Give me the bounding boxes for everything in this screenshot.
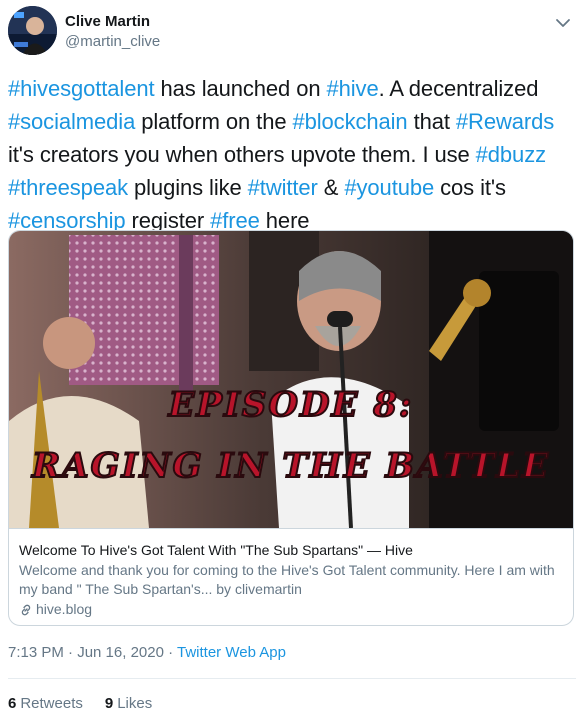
- chevron-down-icon[interactable]: [554, 14, 572, 32]
- likes-stat[interactable]: 9 Likes: [105, 695, 152, 712]
- hashtag-link[interactable]: #youtube: [344, 175, 434, 200]
- card-domain-text: hive.blog: [36, 601, 93, 617]
- tweet-text: #hivesgottalent has launched on #hive. A…: [8, 72, 576, 237]
- tweet-text-segment: . A decentralized: [378, 76, 539, 101]
- link-icon: [21, 604, 31, 615]
- tweet-text-segment: plugins like: [128, 175, 248, 200]
- card-image-caption-line1: EPISODE 8:: [167, 385, 413, 425]
- likes-count: 9: [104, 695, 114, 712]
- link-card[interactable]: EPISODE 8: RAGING IN THE BATTLE Welcome …: [8, 230, 574, 626]
- hashtag-link[interactable]: #dbuzz: [476, 142, 546, 167]
- hashtag-link[interactable]: #twitter: [248, 175, 318, 200]
- hashtag-link[interactable]: #socialmedia: [8, 109, 135, 134]
- card-image-caption-line2: RAGING IN THE BATTLE: [31, 446, 550, 486]
- hashtag-link[interactable]: #Rewards: [456, 109, 554, 134]
- tweet-header: Clive Martin @martin_clive: [8, 6, 576, 58]
- tweet-timestamp[interactable]: 7:13 PM · Jun 16, 2020 ·: [8, 644, 177, 661]
- hashtag-link[interactable]: #threespeak: [8, 175, 128, 200]
- card-domain: hive.blog: [19, 600, 563, 619]
- tweet-source[interactable]: Twitter Web App: [177, 644, 286, 661]
- card-image[interactable]: EPISODE 8: RAGING IN THE BATTLE: [9, 231, 573, 528]
- tweet-text-segment: platform on the: [135, 109, 293, 134]
- divider: [8, 678, 576, 679]
- tweet-text-segment: it's creators you when others upvote the…: [8, 142, 476, 167]
- hashtag-link[interactable]: #hive: [327, 76, 379, 101]
- author-handle[interactable]: @martin_clive: [65, 33, 160, 50]
- tweet-text-segment: cos it's: [434, 175, 506, 200]
- likes-label: Likes: [117, 695, 153, 712]
- tweet-text-segment: &: [317, 175, 345, 200]
- hashtag-link[interactable]: #hivesgottalent: [8, 76, 155, 101]
- author-name[interactable]: Clive Martin: [65, 13, 150, 30]
- hashtag-link[interactable]: #blockchain: [292, 109, 407, 134]
- retweets-label: Retweets: [20, 695, 83, 712]
- retweets-stat[interactable]: 6 Retweets: [8, 695, 83, 712]
- card-description: Welcome and thank you for coming to the …: [19, 562, 555, 597]
- tweet-meta: 7:13 PM · Jun 16, 2020 · Twitter Web App: [8, 644, 286, 661]
- avatar[interactable]: [8, 6, 57, 55]
- retweets-count: 6: [8, 695, 17, 712]
- tweet-text-segment: that: [407, 109, 456, 134]
- card-body[interactable]: Welcome To Hive's Got Talent With "The S…: [9, 528, 573, 625]
- card-title[interactable]: Welcome To Hive's Got Talent With "The S…: [19, 541, 563, 560]
- tweet-stats: 6 Retweets 9 Likes: [8, 695, 152, 712]
- tweet-text-segment: has launched on: [154, 76, 327, 101]
